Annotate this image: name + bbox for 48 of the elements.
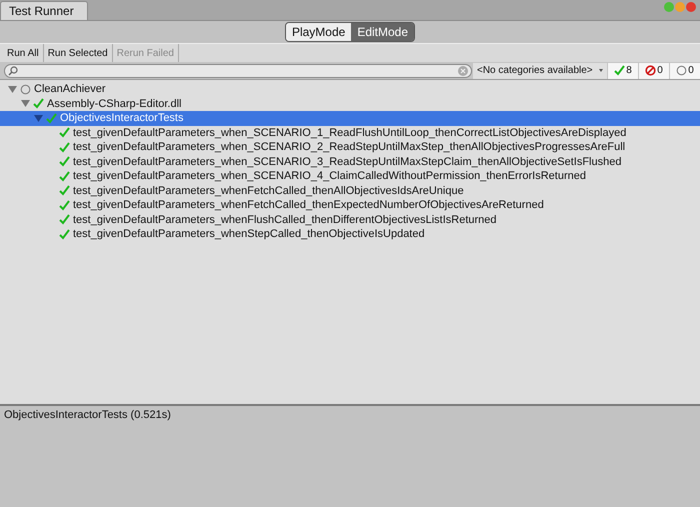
tree-item[interactable]: test_givenDefaultParameters_whenFetchCalled_thenAllObjectivesIdsAreUnique	[0, 184, 700, 198]
filter-toggle[interactable]: 0	[670, 62, 700, 78]
tree-item[interactable]: test_givenDefaultParameters_when_SCENARIO_2_ReadStepUntilMaxStep_thenAllObjectivesProgressesAreFull	[0, 140, 700, 154]
clear-icon[interactable]	[458, 66, 468, 76]
check-icon	[59, 127, 70, 138]
tree-item[interactable]: test_givenDefaultParameters_whenStepCalled_thenObjectiveIsUpdated	[0, 227, 700, 242]
mode-tab[interactable]: EditMode	[351, 23, 414, 41]
tree-item[interactable]: CleanAchiever	[0, 82, 700, 96]
tree-item[interactable]: Assembly-CSharp-Editor.dll	[0, 96, 700, 111]
tree-item-label: test_givenDefaultParameters_when_SCENARIO_1_ReadFlushUntilLoop_thenCorrectListObjectivesAreDisplayed	[73, 126, 626, 139]
circle-icon	[676, 65, 688, 76]
check-icon	[59, 214, 70, 226]
filter-toggle[interactable]: 0	[639, 62, 669, 78]
check-icon	[59, 142, 70, 153]
check-icon	[59, 185, 70, 196]
check-icon	[59, 200, 70, 211]
tree-item[interactable]: test_givenDefaultParameters_whenFlushCalled_thenDifferentObjectivesListIsReturned	[0, 212, 700, 227]
check-icon	[59, 170, 70, 182]
window-tab[interactable]: Test Runner	[0, 1, 88, 20]
tree-item[interactable]: test_givenDefaultParameters_when_SCENARIO_3_ReadStepUntilMaxStepClaim_thenAllObjectiveSetIsFlushed	[0, 154, 700, 169]
tree-item-label: test_givenDefaultParameters_when_SCENARIO_4_ClaimCalledWithoutPermission_thenErrorIsReturned	[73, 170, 586, 182]
tree-item-label: test_givenDefaultParameters_whenFetchCalled_thenExpectedNumberOfObjectivesAreReturned	[73, 199, 544, 212]
tree-item[interactable]: test_givenDefaultParameters_when_SCENARIO_4_ClaimCalledWithoutPermission_thenErrorIsReturned	[0, 169, 700, 184]
tree-item-label: test_givenDefaultParameters_when_SCENARIO_2_ReadStepUntilMaxStep_thenAllObjectivesProgressesAreFull	[73, 141, 626, 154]
filter-toggle[interactable]: 8	[608, 62, 638, 78]
details-text: ObjectivesInteractorTests (0.521s)	[4, 409, 172, 421]
tree-item-label: test_givenDefaultParameters_whenFlushCalled_thenDifferentObjectivesListIsReturned	[73, 214, 497, 226]
tree-item-label: ObjectivesInteractorTests	[60, 112, 184, 124]
check-icon	[59, 156, 70, 168]
circle-icon	[20, 84, 31, 95]
prohibited-icon	[645, 65, 656, 76]
tree-item-label: test_givenDefaultParameters_whenStepCalled_thenObjectiveIsUpdated	[73, 228, 425, 240]
caret-icon	[599, 69, 603, 72]
tree-item-label: Assembly-CSharp-Editor.dll	[47, 98, 182, 110]
tree-item[interactable]: test_givenDefaultParameters_when_SCENARIO_1_ReadFlushUntilLoop_thenCorrectListObjectivesAreDisplayed	[0, 126, 700, 140]
tree-item-label: CleanAchiever	[34, 83, 106, 96]
search-field[interactable]	[4, 64, 472, 78]
check-icon	[46, 112, 57, 124]
tree-item[interactable]: ObjectivesInteractorTests	[0, 111, 700, 126]
tree-item-label: test_givenDefaultParameters_when_SCENARIO_3_ReadStepUntilMaxStepClaim_thenAllObjectiveSetIsFlushed	[73, 156, 622, 168]
check-icon	[614, 65, 626, 76]
tree-item-label: test_givenDefaultParameters_whenFetchCalled_thenAllObjectivesIdsAreUnique	[73, 184, 464, 197]
check-icon	[33, 98, 44, 110]
search-icon	[8, 66, 18, 76]
mode-tab[interactable]: PlayMode	[286, 23, 352, 41]
check-icon	[59, 228, 70, 240]
tree-item[interactable]: test_givenDefaultParameters_whenFetchCalled_thenExpectedNumberOfObjectivesAreReturned	[0, 198, 700, 212]
category-dropdown[interactable]: <No categories available>	[473, 62, 607, 78]
